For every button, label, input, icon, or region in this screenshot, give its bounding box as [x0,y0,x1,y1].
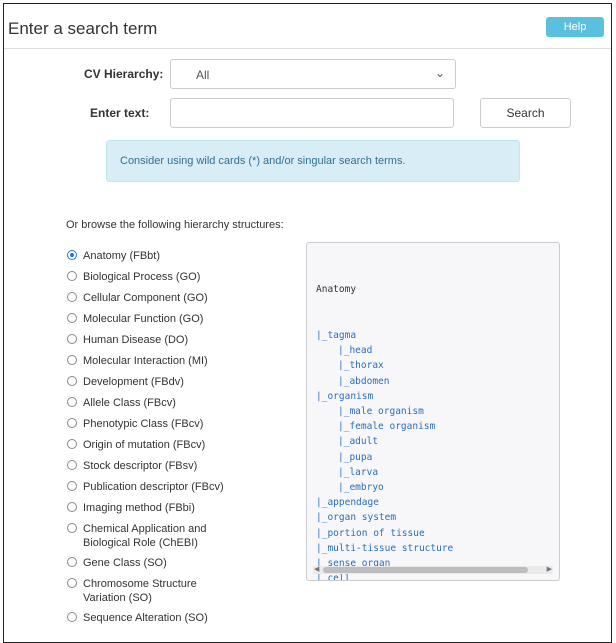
hierarchy-radio[interactable]: Chromosome Structure Variation (SO) [67,577,297,605]
hierarchy-radio[interactable]: Molecular Interaction (MI) [67,354,297,368]
radio-circle-icon[interactable] [67,292,77,302]
radio-circle-icon[interactable] [67,355,77,365]
search-button[interactable]: Search [480,98,571,128]
cv-hierarchy-label: CV Hierarchy: [84,67,164,81]
radio-circle-icon[interactable] [67,334,77,344]
hierarchy-radio-label: Imaging method (FBbi) [83,502,195,514]
tree-node-link[interactable]: |_thorax [316,358,533,373]
hierarchy-radio[interactable]: Phenotypic Class (FBcv) [67,417,297,431]
tree-node-link[interactable]: |_larva [316,465,533,480]
hierarchy-radio[interactable]: Molecular Function (GO) [67,312,297,326]
help-button[interactable]: Help [546,17,604,37]
hierarchy-radio-label: Chromosome Structure Variation (SO) [83,578,197,604]
scroll-left-icon[interactable]: ◀ [314,565,319,573]
chevron-down-icon: ⌄ [434,66,445,80]
hierarchy-radio-list: Anatomy (FBbt) Biological Process (GO) Cel… [67,249,297,632]
hierarchy-radio[interactable]: Biological Process (GO) [67,270,297,284]
radio-circle-icon[interactable] [67,418,77,428]
radio-circle-icon[interactable] [67,460,77,470]
scroll-right-icon[interactable]: ▶ [547,565,552,573]
hierarchy-radio-label: Allele Class (FBcv) [83,397,176,409]
hierarchy-radio[interactable]: Cellular Component (GO) [67,291,297,305]
scrollbar-thumb[interactable] [323,567,528,573]
search-input[interactable] [170,98,454,128]
tree-node-link[interactable]: |_abdomen [316,374,533,389]
hierarchy-radio[interactable]: Human Disease (DO) [67,333,297,347]
hierarchy-radio-label: Phenotypic Class (FBcv) [83,418,204,430]
radio-circle-icon[interactable] [67,397,77,407]
hierarchy-radio[interactable]: Origin of mutation (FBcv) [67,438,297,452]
hierarchy-radio[interactable]: Imaging method (FBbi) [67,501,297,515]
hierarchy-tree-view[interactable]: Anatomy |_tagma |_head |_thorax |_abdomen |_… [306,242,560,581]
hierarchy-radio[interactable]: Allele Class (FBcv) [67,396,297,410]
hierarchy-radio-label: Stock descriptor (FBsv) [83,460,198,472]
radio-circle-icon[interactable] [67,578,77,588]
tree-node-link[interactable]: |_organism [316,389,533,404]
cv-hierarchy-value: All [196,68,210,82]
radio-circle-icon[interactable] [67,612,77,622]
tree-node-link[interactable]: |_female organism [316,419,533,434]
hierarchy-radio-label: Development (FBdv) [83,376,184,388]
radio-circle-icon[interactable] [67,557,77,567]
tree-root: Anatomy [316,284,357,296]
radio-circle-icon[interactable] [67,502,77,512]
hierarchy-radio-label: Sequence Alteration (SO) [83,612,208,624]
radio-circle-icon[interactable] [67,481,77,491]
tree-node-link[interactable]: |_appendage [316,495,533,510]
hierarchy-radio-label: Molecular Function (GO) [83,313,204,325]
panel-header: Enter a search term Help [4,4,611,49]
tree-content: Anatomy |_tagma |_head |_thorax |_abdomen |_… [316,252,533,580]
radio-circle-icon[interactable] [67,313,77,323]
hierarchy-radio[interactable]: Stock descriptor (FBsv) [67,459,297,473]
tree-node-link[interactable]: |_adult [316,434,533,449]
hierarchy-radio-label: Chemical Application and Biological Role… [83,523,207,549]
hierarchy-radio-label: Publication descriptor (FBcv) [83,481,224,493]
radio-circle-icon[interactable] [67,439,77,449]
radio-circle-icon[interactable] [67,523,77,533]
cv-hierarchy-select[interactable]: All ⌄ [170,59,456,89]
tree-node-link[interactable]: |_tagma [316,328,533,343]
tree-node-link[interactable]: |_multi-tissue structure [316,541,533,556]
enter-text-label: Enter text: [90,106,150,120]
hierarchy-radio[interactable]: Chemical Application and Biological Role… [67,522,297,550]
hierarchy-radio[interactable]: Sequence Alteration (SO) [67,611,297,625]
hierarchy-radio-label: Anatomy (FBbt) [83,250,161,262]
hierarchy-radio-label: Gene Class (SO) [83,557,167,569]
tree-node-link[interactable]: |_portion of tissue [316,526,533,541]
hierarchy-radio-label: Human Disease (DO) [83,334,189,346]
radio-circle-icon[interactable] [67,250,77,260]
browse-label: Or browse the following hierarchy struct… [66,219,284,231]
hierarchy-radio-label: Origin of mutation (FBcv) [83,439,206,451]
tree-node-link[interactable]: |_organ system [316,510,533,525]
search-hint-alert: Consider using wild cards (*) and/or sin… [106,140,520,182]
radio-circle-icon[interactable] [67,376,77,386]
hierarchy-radio-label: Molecular Interaction (MI) [83,355,208,367]
hierarchy-radio-label: Biological Process (GO) [83,271,201,283]
tree-node-link[interactable]: |_head [316,343,533,358]
radio-circle-icon[interactable] [67,271,77,281]
hierarchy-radio[interactable]: Anatomy (FBbt) [67,249,297,263]
hierarchy-radio[interactable]: Publication descriptor (FBcv) [67,480,297,494]
hierarchy-radio[interactable]: Development (FBdv) [67,375,297,389]
tree-node-link[interactable]: |_embryo [316,480,533,495]
horizontal-scrollbar[interactable]: ◀ ▶ [313,566,553,574]
hierarchy-radio[interactable]: Gene Class (SO) [67,556,297,570]
tree-node-link[interactable]: |_male organism [316,404,533,419]
hierarchy-radio-label: Cellular Component (GO) [83,292,208,304]
page-title: Enter a search term [8,19,158,38]
search-panel: Enter a search term Help CV Hierarchy: A… [3,3,612,643]
tree-node-link[interactable]: |_pupa [316,450,533,465]
